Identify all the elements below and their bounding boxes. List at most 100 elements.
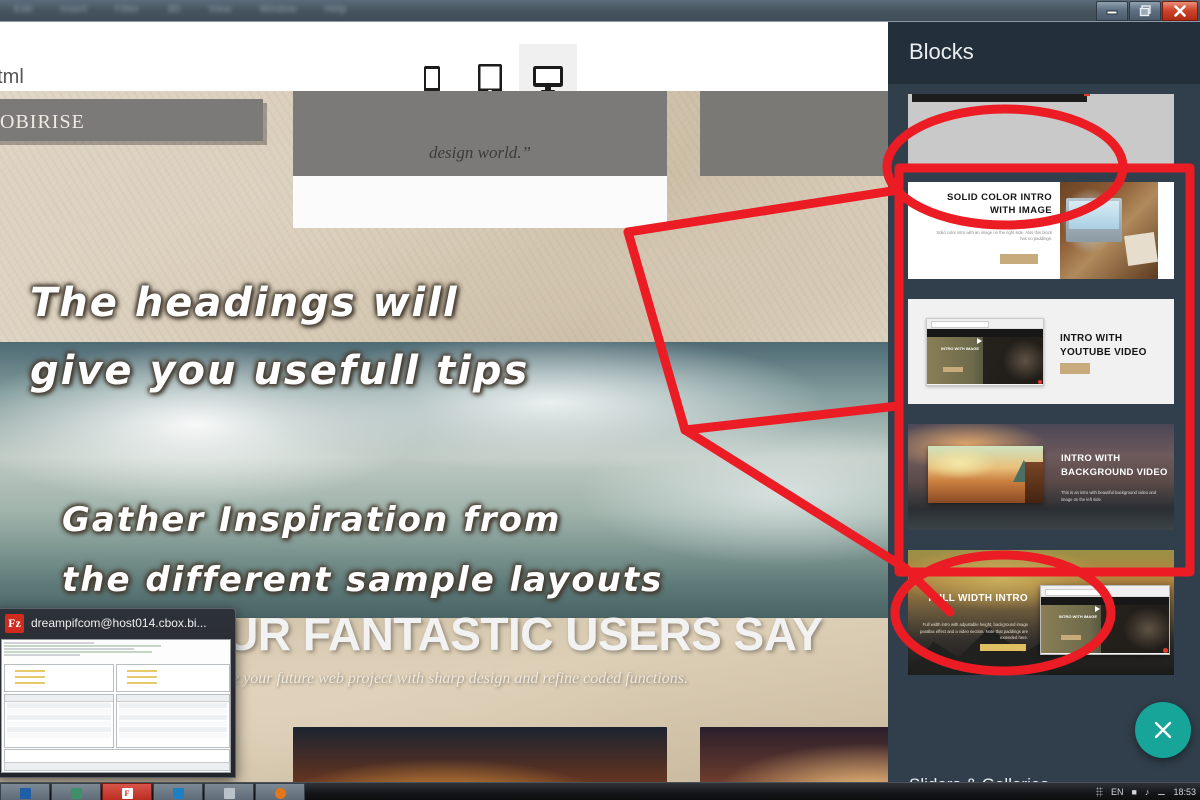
canvas-image-2[interactable]	[700, 727, 888, 782]
filezilla-local-file-list[interactable]	[4, 694, 114, 748]
windows-taskbar[interactable]: F EN ■ ♪ ⚊ 18:53	[0, 782, 1200, 800]
filezilla-status-bar	[4, 762, 230, 771]
file-row[interactable]	[7, 733, 111, 738]
mockup-site-navbar	[927, 329, 1043, 337]
mockup-hero-heading-2: INTRO WITH IMAGE	[1059, 614, 1097, 619]
file-row[interactable]	[119, 709, 227, 714]
system-tray[interactable]: EN ■ ♪ ⚊ 18:53	[1095, 784, 1196, 800]
laptop-screen-shape	[1069, 201, 1119, 229]
block-solid-color-intro-with-image[interactable]: SOLID COLOR INTRO WITH IMAGE Solid color…	[908, 182, 1174, 279]
mockup-browser-bar	[927, 319, 1043, 329]
taskbar-item-filezilla[interactable]: F	[102, 783, 152, 800]
restore-button[interactable]	[1129, 1, 1161, 21]
filezilla-taskbar-icon: F	[121, 787, 133, 799]
partial-block-marker	[1084, 94, 1090, 96]
tray-battery-icon[interactable]: ⚊	[1157, 787, 1165, 798]
menu-item-3d[interactable]: 3D	[153, 3, 194, 16]
tray-clock[interactable]: 18:53	[1173, 787, 1196, 797]
annotation-tip-headings: The headings will give you usefull tips	[30, 269, 529, 405]
file-row[interactable]	[7, 715, 111, 720]
mockup-hero-2: INTRO WITH IMAGE	[1041, 605, 1169, 653]
filezilla-titlebar[interactable]: Fz dreampifcom@host014.cbox.bi...	[0, 609, 235, 637]
testimonial-card[interactable]: design world.”	[293, 91, 667, 228]
close-button[interactable]	[1162, 1, 1198, 21]
bgvideo-block-inset-image	[928, 446, 1043, 503]
file-row[interactable]	[119, 703, 227, 708]
window-controls[interactable]	[1095, 1, 1198, 21]
file-row[interactable]	[119, 715, 227, 720]
menu-item-window[interactable]: Window	[245, 3, 310, 16]
solid-color-block-button	[1000, 254, 1038, 264]
taskbar-item-2[interactable]	[51, 783, 101, 800]
log-line	[4, 651, 152, 653]
blocks-panel[interactable]: Blocks SOLID COLOR INTRO WITH IMAGE Soli…	[888, 22, 1200, 800]
tray-volume-icon[interactable]: ♪	[1145, 787, 1150, 797]
minimize-button[interactable]	[1096, 1, 1128, 21]
file-row[interactable]	[119, 727, 227, 732]
menu-item-edit[interactable]: Edit	[0, 3, 46, 16]
tray-network-icon[interactable]: ■	[1131, 787, 1136, 797]
menu-bar[interactable]: Edit Insert Filter 3D View Window Help	[0, 3, 361, 16]
taskbar-items[interactable]: F	[0, 783, 306, 800]
annotation-tip-headings-line2: give you usefull tips	[30, 348, 530, 394]
file-row[interactable]	[7, 709, 111, 714]
taskbar-item-4[interactable]	[153, 783, 203, 800]
close-panel-fab-button[interactable]	[1135, 702, 1191, 758]
menu-item-view[interactable]: View	[195, 3, 246, 16]
filezilla-window[interactable]: Fz dreampifcom@host014.cbox.bi...	[0, 608, 236, 778]
filezilla-local-tree[interactable]	[4, 664, 114, 692]
bgvideo-block-heading: INTRO WITH BACKGROUND VIDEO	[1061, 453, 1168, 478]
taskbar-item-5[interactable]	[204, 783, 254, 800]
filezilla-remote-tree[interactable]	[116, 664, 230, 692]
youtube-block-browser-mockup: INTRO WITH IMAGE	[926, 318, 1044, 386]
file-row[interactable]	[7, 721, 111, 726]
annotation-tip-inspiration-line1: Gather Inspiration from	[62, 500, 562, 540]
window-titlebar[interactable]: Edit Insert Filter 3D View Window Help	[0, 0, 1200, 22]
filezilla-logo-icon: Fz	[5, 614, 24, 633]
mockup-hero-photo	[983, 337, 1043, 384]
youtube-block-heading: INTRO WITH YOUTUBE VIDEO	[1060, 333, 1147, 358]
file-row[interactable]	[7, 727, 111, 732]
block-thumbnail-partial[interactable]	[908, 94, 1174, 172]
app-icon-4	[172, 787, 184, 799]
testimonial-card-right[interactable]	[700, 91, 888, 176]
annotation-tip-inspiration: Gather Inspiration from the different sa…	[62, 491, 663, 610]
mockup-record-dot-icon	[1038, 380, 1042, 384]
taskbar-item-6[interactable]	[255, 783, 305, 800]
file-row[interactable]	[7, 703, 111, 708]
screen: Edit Insert Filter 3D View Window Help m…	[0, 0, 1200, 800]
mockup-hero: INTRO WITH IMAGE	[927, 337, 1043, 384]
file-row[interactable]	[119, 733, 227, 738]
testimonial-card-footer	[293, 176, 667, 228]
filezilla-window-title: dreampifcom@host014.cbox.bi...	[31, 616, 207, 630]
rock-shape	[1025, 462, 1043, 503]
mockup-url-field-2	[1045, 589, 1107, 596]
fullwidth-block-browser-mockup: INTRO WITH IMAGE	[1040, 585, 1170, 655]
file-row[interactable]	[119, 721, 227, 726]
block-intro-with-background-video[interactable]: INTRO WITH BACKGROUND VIDEO This is an i…	[908, 424, 1174, 530]
block-intro-with-youtube-video[interactable]: INTRO WITH IMAGE INTRO WITH YOUTUBE VIDE…	[908, 299, 1174, 404]
menu-item-insert[interactable]: Insert	[46, 3, 101, 16]
menu-item-filter[interactable]: Filter	[101, 3, 153, 16]
mockup-url-field	[931, 321, 989, 328]
site-navbar[interactable]: OBIRISE	[0, 99, 263, 141]
blocks-panel-header: Blocks	[888, 22, 1200, 84]
site-brand-logo: OBIRISE	[0, 111, 85, 133]
solid-color-block-description: Solid color intro with an image on the r…	[936, 230, 1052, 242]
filezilla-content[interactable]	[1, 639, 231, 773]
menu-item-help[interactable]: Help	[311, 3, 361, 16]
file-list-header	[5, 695, 113, 702]
tray-language-indicator[interactable]: EN	[1111, 787, 1124, 797]
fullwidth-block-button	[980, 644, 1026, 651]
blocks-list[interactable]: SOLID COLOR INTRO WITH IMAGE Solid color…	[888, 84, 1200, 766]
canvas-image-1[interactable]	[293, 727, 667, 782]
fullwidth-block-description: Full width intro with adjustable height,…	[920, 622, 1028, 641]
testimonial-quote-text: design world.”	[428, 143, 532, 162]
block-full-width-intro[interactable]: FULL WIDTH INTRO Full width intro with a…	[908, 550, 1174, 675]
taskbar-item-1[interactable]	[0, 783, 50, 800]
filezilla-remote-file-list[interactable]	[116, 694, 230, 748]
notebook-shape	[1124, 232, 1158, 266]
close-icon-fab	[1154, 721, 1172, 739]
mockup-hero-button-2	[1061, 635, 1081, 640]
mockup-site-navbar-2	[1041, 597, 1169, 605]
